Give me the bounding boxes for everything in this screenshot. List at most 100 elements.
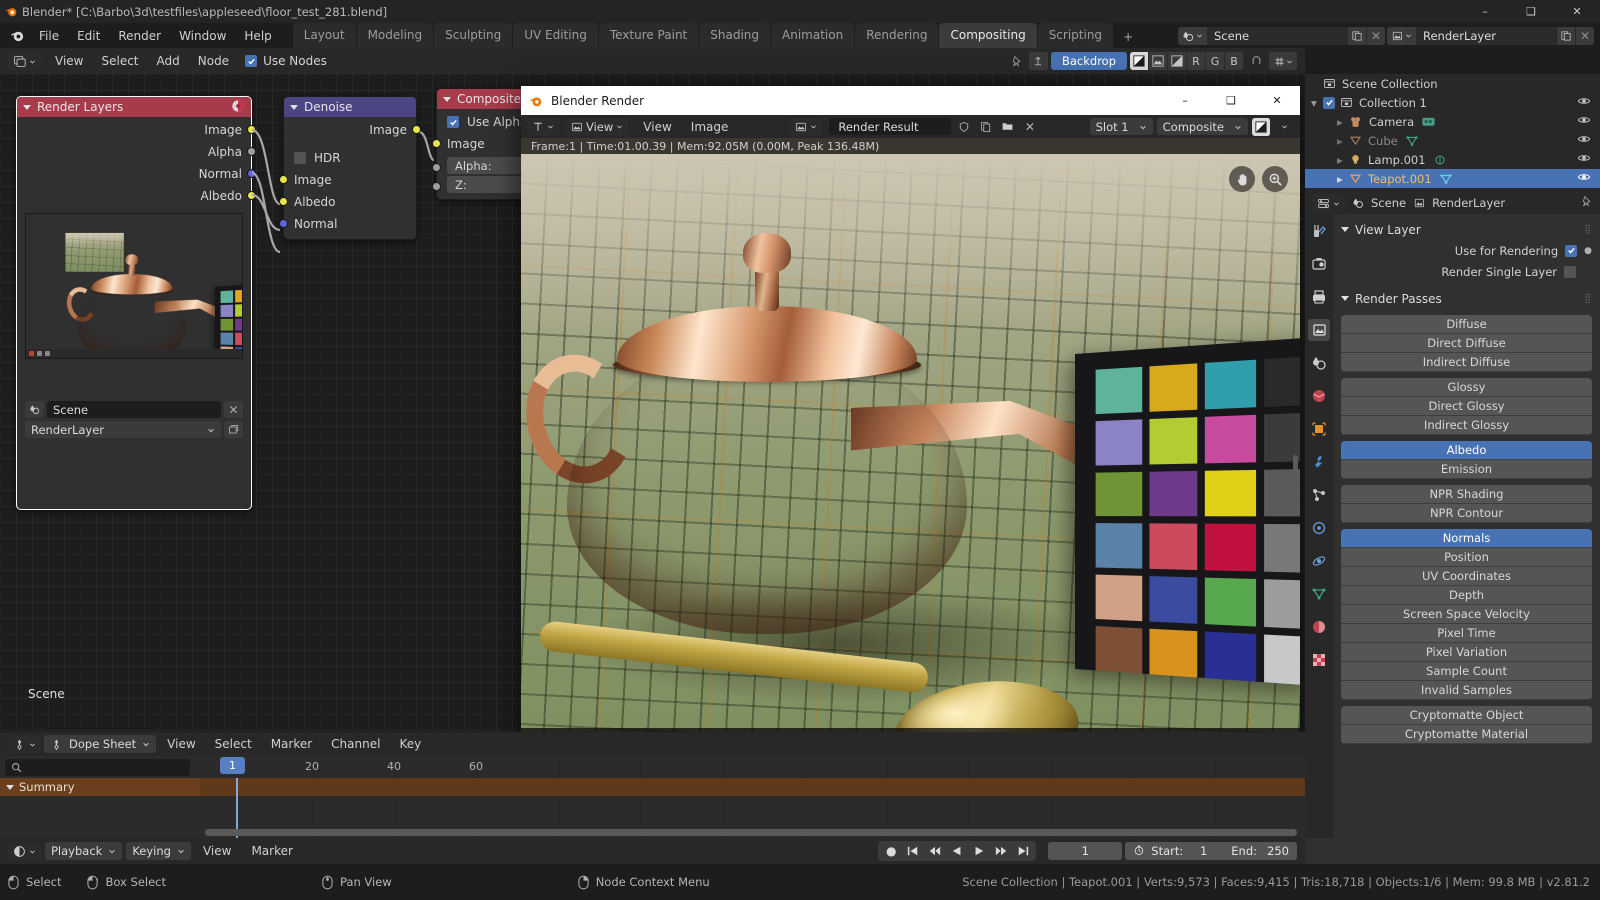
visibility-eye-icon[interactable]: [1577, 151, 1591, 168]
record-keyframes-icon[interactable]: ●: [881, 842, 901, 860]
play-icon[interactable]: [969, 842, 989, 860]
outliner-row-camera[interactable]: ▸ Camera: [1305, 112, 1600, 131]
remove-view-layer-button[interactable]: ✕: [1575, 26, 1594, 45]
socket-row-denoise-albedo-in[interactable]: Albedo: [279, 191, 416, 213]
socket-image-output[interactable]: [247, 125, 256, 134]
channel-search-box[interactable]: [5, 759, 190, 776]
properties-editor-type-selector[interactable]: [1312, 194, 1345, 212]
output-tab-icon[interactable]: [1308, 286, 1330, 308]
image-vertical-scrollbar[interactable]: [1293, 454, 1298, 477]
render-pass-dropdown[interactable]: Composite: [1156, 118, 1248, 135]
current-frame-badge[interactable]: 1: [220, 757, 245, 774]
dope-menu-channel[interactable]: Channel: [323, 734, 388, 754]
render-pass-toggle[interactable]: UV Coordinates: [1341, 567, 1592, 586]
properties-editor[interactable]: Scene RenderLayer View Layer ⣿ Use for R…: [1305, 192, 1600, 838]
dope-sheet-editor[interactable]: Dope Sheet View Select Marker Channel Ke…: [0, 732, 1305, 838]
dope-horizontal-scrollbar[interactable]: [200, 829, 1297, 836]
visibility-eye-icon[interactable]: [1577, 113, 1591, 130]
disclosure-triangle-icon[interactable]: ▸: [1337, 134, 1349, 148]
node-scene-clear-button[interactable]: ✕: [224, 401, 243, 418]
display-channels-icon[interactable]: [1252, 117, 1271, 136]
world-tab-icon[interactable]: [1308, 385, 1330, 407]
add-workspace-button[interactable]: +: [1114, 26, 1142, 48]
render-pass-toggle[interactable]: Albedo: [1341, 441, 1592, 460]
new-image-icon[interactable]: [976, 118, 995, 136]
collapse-triangle-icon[interactable]: [1341, 296, 1349, 301]
render-pass-toggle[interactable]: Normals: [1341, 529, 1592, 548]
render-menu-view[interactable]: View: [635, 117, 679, 137]
render-pass-toggle[interactable]: Pixel Time: [1341, 624, 1592, 643]
menu-window[interactable]: Window: [170, 26, 235, 46]
texture-tab-icon[interactable]: [1308, 649, 1330, 671]
pin-icon[interactable]: [1580, 195, 1593, 211]
render-pass-toggle[interactable]: Position: [1341, 548, 1592, 567]
node-render-layer-dropdown[interactable]: RenderLayer: [25, 421, 221, 438]
node-render-layers-header[interactable]: Render Layers: [17, 97, 251, 117]
render-close-button[interactable]: ✕: [1254, 86, 1300, 115]
use-for-rendering-checkbox[interactable]: [1565, 244, 1578, 257]
image-name-field[interactable]: Render Result: [829, 118, 952, 135]
timeline-menu-marker[interactable]: Marker: [243, 841, 300, 861]
outliner-row-cube[interactable]: ▸ Cube: [1305, 131, 1600, 150]
socket-denoise-albedo-input[interactable]: [279, 197, 288, 206]
camera-data-icon[interactable]: [1421, 114, 1436, 129]
disclosure-triangle-icon[interactable]: ▾: [1311, 96, 1323, 110]
backdrop-toggle[interactable]: Backdrop: [1050, 52, 1127, 70]
collection-enable-checkbox[interactable]: [1323, 96, 1335, 109]
workspace-tab-modeling[interactable]: Modeling: [356, 23, 434, 48]
outliner-row-scene-collection[interactable]: Scene Collection: [1305, 74, 1600, 93]
render-pass-toggle[interactable]: Diffuse: [1341, 315, 1592, 334]
tool-tab-icon[interactable]: [1308, 220, 1330, 242]
workspace-tab-layout[interactable]: Layout: [292, 23, 356, 48]
socket-row-albedo[interactable]: Albedo: [17, 185, 256, 207]
render-pass-toggle[interactable]: Indirect Glossy: [1341, 416, 1592, 435]
use-for-rendering-row[interactable]: Use for Rendering ●: [1341, 240, 1592, 261]
render-slot-dropdown[interactable]: Slot 1: [1089, 118, 1153, 135]
menu-edit[interactable]: Edit: [68, 26, 109, 46]
dope-menu-marker[interactable]: Marker: [263, 734, 320, 754]
modifier-tab-icon[interactable]: [1308, 451, 1330, 473]
physics-tab-icon[interactable]: [1308, 517, 1330, 539]
dope-sheet-mode-dropdown[interactable]: Dope Sheet: [44, 735, 157, 753]
node-denoise-header[interactable]: Denoise: [284, 97, 416, 117]
render-pass-toggle[interactable]: Direct Diffuse: [1341, 334, 1592, 353]
dope-menu-key[interactable]: Key: [391, 734, 429, 754]
socket-alpha-output[interactable]: [247, 147, 256, 156]
zoom-icon[interactable]: [1262, 166, 1288, 192]
jump-to-prev-keyframe-icon[interactable]: [925, 842, 945, 860]
auto-key-timer-icon[interactable]: [1133, 844, 1145, 859]
menu-file[interactable]: File: [30, 26, 68, 46]
dopesheet-editor-type-selector[interactable]: [8, 735, 41, 753]
render-pass-toggle[interactable]: Pixel Variation: [1341, 643, 1592, 662]
use-nodes-toggle[interactable]: Use Nodes: [245, 54, 327, 68]
node-menu-view[interactable]: View: [47, 51, 91, 71]
render-single-layer-row[interactable]: Render Single Layer: [1341, 261, 1592, 282]
outliner-row-collection-1[interactable]: ▾ Collection 1: [1305, 93, 1600, 112]
render-pass-toggle[interactable]: Cryptomatte Material: [1341, 725, 1592, 744]
dope-sheet-body[interactable]: 1 20 40 60 Summary: [0, 756, 1305, 838]
socket-composite-z-input[interactable]: [432, 182, 441, 191]
display-channels-dropdown-icon[interactable]: [1275, 118, 1294, 136]
render-passes-panel-header[interactable]: Render Passes ⣿: [1341, 288, 1592, 309]
object-tab-icon[interactable]: [1308, 418, 1330, 440]
open-image-folder-icon[interactable]: [998, 118, 1017, 136]
scene-browse-icon[interactable]: [25, 401, 44, 418]
menu-help[interactable]: Help: [235, 26, 280, 46]
workspace-tab-shading[interactable]: Shading: [699, 23, 770, 48]
socket-albedo-output[interactable]: [247, 191, 256, 200]
render-pass-toggle[interactable]: Invalid Samples: [1341, 681, 1592, 700]
disclosure-triangle-icon[interactable]: ▸: [1337, 153, 1349, 167]
workspace-tab-sculpting[interactable]: Sculpting: [434, 23, 513, 48]
socket-composite-image-input[interactable]: [432, 139, 441, 148]
jump-to-next-keyframe-icon[interactable]: [991, 842, 1011, 860]
socket-row-image[interactable]: Image: [17, 119, 256, 141]
pan-hand-icon[interactable]: [1229, 166, 1255, 192]
render-editor-type-selector[interactable]: [527, 117, 559, 136]
go-to-parent-icon[interactable]: [1028, 52, 1048, 70]
workspace-tab-uv-editing[interactable]: UV Editing: [513, 23, 598, 48]
snap-magnet-icon[interactable]: [1247, 52, 1266, 70]
workspace-tab-scripting[interactable]: Scripting: [1037, 23, 1114, 48]
new-scene-button[interactable]: [1347, 26, 1366, 45]
hdr-checkbox[interactable]: [294, 152, 306, 164]
visibility-eye-icon[interactable]: [1577, 94, 1591, 111]
